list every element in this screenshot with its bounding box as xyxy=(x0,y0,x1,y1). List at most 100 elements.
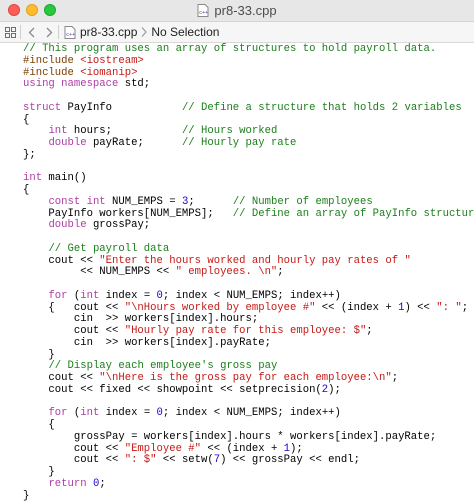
code-token: main() xyxy=(42,172,87,184)
code-token: ": $" xyxy=(125,454,157,466)
code-token: // Get payroll data xyxy=(48,243,169,255)
code-token xyxy=(23,243,48,255)
code-token xyxy=(23,196,48,208)
code-token: <iomanip> xyxy=(80,67,137,79)
code-token: index = xyxy=(99,407,156,419)
code-token: double xyxy=(48,219,86,231)
code-token: ": " xyxy=(436,302,461,314)
code-token: // Hourly pay rate xyxy=(182,137,296,149)
code-token xyxy=(23,407,48,419)
code-token: int xyxy=(48,125,67,137)
code-line[interactable]: for (int index = 0; index < NUM_EMPS; in… xyxy=(23,408,474,420)
code-token: ; xyxy=(392,372,398,384)
code-token: cout << fixed << showpoint << setprecisi… xyxy=(23,384,322,396)
code-token: PayInfo xyxy=(61,102,182,114)
code-line[interactable]: cout << ": $" << setw(7) << grossPay << … xyxy=(23,455,474,467)
cpp-file-icon: c++ xyxy=(64,26,76,39)
code-token: { xyxy=(23,419,55,431)
svg-text:c++: c++ xyxy=(200,10,209,16)
code-token: grossPay; xyxy=(87,219,151,231)
code-token: // This program uses an array of structu… xyxy=(23,43,436,55)
code-token: payRate; xyxy=(87,137,182,149)
code-line[interactable]: cin >> workers[index].payRate; xyxy=(23,338,474,350)
code-line[interactable]: << NUM_EMPS << " employees. \n"; xyxy=(23,267,474,279)
breadcrumb[interactable]: c++ pr8-33.cpp No Selection xyxy=(64,22,219,42)
source-code[interactable]: // This program uses an array of structu… xyxy=(23,44,474,502)
code-token: grossPay = workers[index].hours * worker… xyxy=(23,431,436,443)
code-token: ( xyxy=(68,407,81,419)
code-token xyxy=(23,137,48,149)
code-line[interactable]: double grossPay; xyxy=(23,220,474,232)
window-title: c++ pr8-33.cpp xyxy=(0,3,474,18)
code-token: ); xyxy=(328,384,341,396)
code-token: int xyxy=(23,172,42,184)
breadcrumb-selection[interactable]: No Selection xyxy=(151,25,219,39)
code-token: return xyxy=(48,478,86,490)
code-token xyxy=(23,125,48,137)
code-token: cout << xyxy=(23,325,125,337)
code-token: ; xyxy=(462,302,468,314)
code-token: double xyxy=(48,137,86,149)
code-token: #include xyxy=(23,55,80,67)
code-token: int xyxy=(80,407,99,419)
code-token: ; xyxy=(99,478,105,490)
code-token: std; xyxy=(118,78,150,90)
code-token xyxy=(23,360,48,372)
code-line[interactable] xyxy=(23,162,474,174)
code-token: cout << xyxy=(23,454,125,466)
back-icon[interactable] xyxy=(24,22,38,42)
code-token: { xyxy=(23,184,29,196)
code-token: << NUM_EMPS << xyxy=(23,266,176,278)
code-line[interactable]: int main() xyxy=(23,173,474,185)
window-title-text: pr8-33.cpp xyxy=(214,3,276,18)
code-line[interactable]: struct PayInfo // Define a structure tha… xyxy=(23,103,474,115)
code-token: ); xyxy=(290,443,303,455)
code-token: } xyxy=(23,490,29,502)
svg-text:c++: c++ xyxy=(66,32,75,38)
code-token: using namespace xyxy=(23,78,118,90)
code-token: << (index + xyxy=(201,443,284,455)
code-token: cin >> workers[index].hours; xyxy=(23,313,258,325)
code-token: for xyxy=(48,290,67,302)
code-token: cout << xyxy=(23,443,125,455)
code-token xyxy=(23,290,48,302)
code-token: <iostream> xyxy=(80,55,144,67)
code-line[interactable]: return 0; xyxy=(23,479,474,491)
code-token xyxy=(23,219,48,231)
code-token: ; xyxy=(188,196,233,208)
code-token: "Hourly pay rate for this employee: $" xyxy=(125,325,367,337)
jump-bar: c++ pr8-33.cpp No Selection xyxy=(0,22,474,43)
code-line[interactable]: using namespace std; xyxy=(23,79,474,91)
code-token: hours; xyxy=(68,125,182,137)
code-token: "\nHours worked by employee #" xyxy=(125,302,316,314)
forward-icon[interactable] xyxy=(42,22,56,42)
code-token: NUM_EMPS = xyxy=(106,196,182,208)
code-token: "\nHere is the gross pay for each employ… xyxy=(99,372,391,384)
code-token: const int xyxy=(48,196,105,208)
code-token: // Define an array of PayInfo structures xyxy=(233,208,474,220)
code-line[interactable]: } xyxy=(23,491,474,502)
code-token: }; xyxy=(23,149,36,161)
related-items-icon[interactable] xyxy=(2,22,18,42)
code-token: // Display each employee's gross pay xyxy=(48,360,277,372)
breadcrumb-file[interactable]: pr8-33.cpp xyxy=(80,25,137,39)
code-token: "Employee #" xyxy=(125,443,201,455)
code-token: ) << xyxy=(404,302,436,314)
code-token: ; index < NUM_EMPS; index++) xyxy=(163,407,341,419)
code-token: for xyxy=(48,407,67,419)
cpp-file-icon: c++ xyxy=(197,4,209,17)
code-token: // Define a structure that holds 2 varia… xyxy=(182,102,462,114)
code-token: { xyxy=(23,114,29,126)
code-line[interactable]: double payRate; // Hourly pay rate xyxy=(23,138,474,150)
code-line[interactable]: }; xyxy=(23,150,474,162)
code-editor[interactable]: // This program uses an array of structu… xyxy=(0,43,474,501)
code-token: ; xyxy=(366,325,372,337)
code-token: } xyxy=(23,466,55,478)
code-token: cout << xyxy=(23,372,99,384)
code-token: index = xyxy=(99,290,156,302)
code-token: { cout << xyxy=(23,302,125,314)
code-line[interactable]: cout << fixed << showpoint << setprecisi… xyxy=(23,385,474,397)
code-token: int xyxy=(80,290,99,302)
code-token: "Enter the hours worked and hourly pay r… xyxy=(99,255,411,267)
code-token: struct xyxy=(23,102,61,114)
